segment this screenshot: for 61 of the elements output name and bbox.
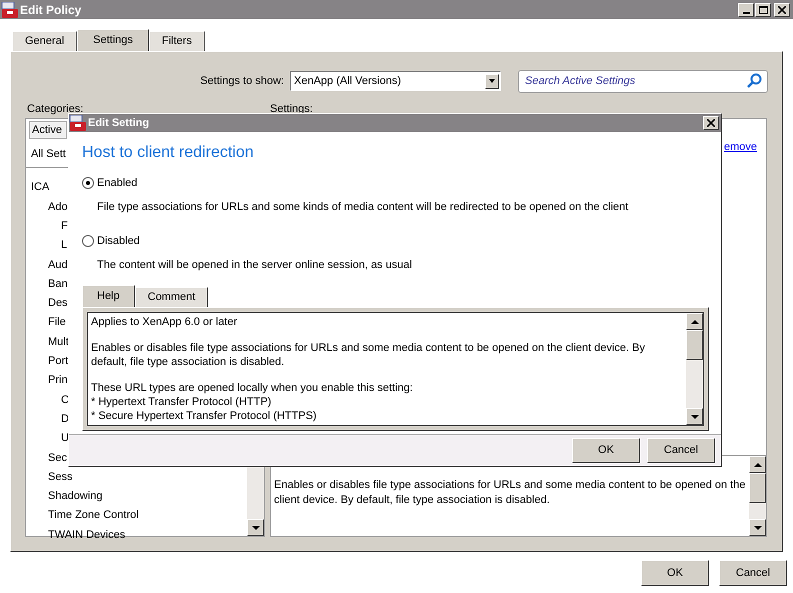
help-text: These URL types are opened locally when you enable this setting:: [91, 381, 414, 395]
tree-item[interactable]: Prin: [48, 372, 68, 389]
radio-button[interactable]: [82, 177, 94, 190]
tab[interactable]: Settings: [77, 29, 149, 51]
tree-item[interactable]: Ado: [48, 198, 68, 216]
tab[interactable]: Comment: [134, 287, 208, 307]
setting-description: Enables or disables file type associations for URLs and some media content to be opened on the client device. By default, file type association is disabled.: [273, 478, 746, 508]
tree-item[interactable]: F: [61, 218, 68, 234]
setting-heading: Host to client redirection: [82, 143, 255, 163]
close-button[interactable]: [703, 116, 719, 130]
section-label: Settings:: [270, 102, 313, 116]
option-description: File type associations for URLs and some kinds of media content will be redirected to be opened on the client: [97, 200, 630, 214]
dialog-button[interactable]: Cancel: [719, 560, 787, 586]
tree-item[interactable]: Des: [48, 295, 68, 312]
tree-item[interactable]: U: [61, 430, 69, 447]
tree-item[interactable]: L: [61, 237, 68, 254]
tree-item[interactable]: Aud: [48, 256, 68, 274]
app-icon: [1, 2, 19, 18]
search-icon: [746, 72, 762, 88]
search-field[interactable]: Search Active Settings: [518, 70, 768, 92]
tree-item[interactable]: Mult: [48, 334, 69, 350]
tree-item[interactable]: Shadowing: [48, 488, 102, 505]
close-icon: [707, 119, 715, 127]
tree-item[interactable]: Sec: [48, 450, 67, 466]
section-label: Categories:: [27, 102, 84, 116]
maximize-button[interactable]: [755, 2, 771, 16]
tab[interactable]: General: [12, 31, 78, 51]
tab[interactable]: Help: [82, 285, 135, 307]
tree-item[interactable]: Sess: [48, 468, 72, 486]
tree-item[interactable]: D: [61, 410, 69, 428]
tree-item[interactable]: ICA: [31, 179, 50, 196]
remove-link[interactable]: emove: [724, 139, 757, 153]
tree-item[interactable]: File: [48, 314, 66, 331]
option-description: The content will be opened in the server online session, as usual: [97, 258, 413, 272]
view-option[interactable]: All Sett: [29, 145, 67, 163]
radio-label: Disabled: [97, 234, 140, 249]
dialog-title: Edit Setting: [88, 116, 150, 131]
help-scrollbar[interactable]: [686, 313, 703, 425]
close-icon: [778, 6, 786, 14]
radio-label: Enabled: [97, 176, 138, 191]
help-text: * Secure Hypertext Transfer Protocol (HTTPS): [91, 409, 318, 423]
view-option[interactable]: Active: [29, 121, 67, 139]
description-scrollbar[interactable]: [749, 456, 766, 536]
dialog-button[interactable]: OK: [572, 438, 640, 463]
dialog-button[interactable]: Cancel: [647, 438, 715, 463]
help-text: * Hypertext Transfer Protocol (HTTP): [91, 395, 272, 409]
minimize-button[interactable]: [738, 2, 754, 16]
field-label: Settings to show:: [200, 74, 284, 89]
radio-button[interactable]: [82, 235, 94, 248]
window-title: Edit Policy: [20, 2, 82, 18]
close-button[interactable]: [774, 2, 790, 16]
dialog-button[interactable]: OK: [641, 560, 709, 586]
tree-item[interactable]: Ban: [48, 276, 68, 292]
help-text: Applies to XenApp 6.0 or later: [91, 315, 238, 329]
help-text: Enables or disables file type associations for URLs and some media content to be opened on the client device. By default, file type association is disabled.: [91, 341, 646, 369]
tree-item[interactable]: TWAIN Devices: [48, 526, 126, 544]
tree-item[interactable]: Port: [48, 353, 68, 370]
version-dropdown[interactable]: XenApp (All Versions): [290, 71, 501, 91]
tree-item[interactable]: Time Zone Control: [48, 507, 139, 524]
tab[interactable]: Filters: [148, 31, 205, 51]
tree-item[interactable]: C: [61, 392, 69, 408]
